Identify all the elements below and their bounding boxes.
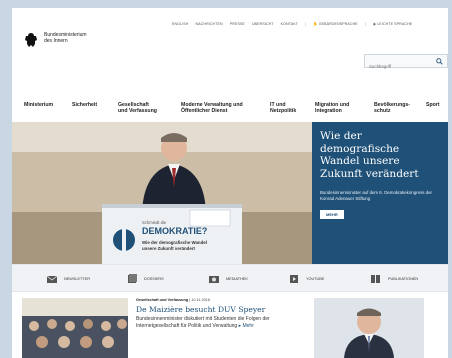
youtube-icon (290, 275, 298, 283)
nav-label-line2: schutz (374, 108, 391, 114)
nav-item-gesellschaft[interactable]: Gesellschaft und Verfassung (118, 102, 157, 114)
dossiers-icon (128, 274, 137, 283)
news-image[interactable] (22, 298, 128, 358)
nav-item-sicherheit[interactable]: Sicherheit (72, 102, 97, 108)
utility-link-presse[interactable]: PRESSE (230, 22, 245, 26)
shortcut-label: NEWSLETTER (64, 277, 90, 281)
podium-headline: DEMOKRATIE? (142, 226, 208, 236)
portrait-image[interactable] (314, 298, 424, 358)
ministry-name[interactable]: Bundesministerium des Innern (44, 32, 87, 44)
news-category[interactable]: Gesellschaft und Verfassung (136, 298, 188, 302)
browser-page: Bundesministerium des Innern ENGLISH NAC… (12, 8, 448, 358)
utility-link-gebaerdensprache-label: GEBÄRDENSPRACHE (318, 22, 358, 26)
publikationen-icon (371, 275, 380, 283)
shortcut-dossiers[interactable]: DOSSIERS (126, 274, 164, 284)
portrait-illustration (314, 298, 424, 358)
news-more-label: Mehr (242, 322, 254, 329)
utility-link-gebaerdensprache[interactable]: ✋ GEBÄRDENSPRACHE (313, 22, 358, 26)
shortcut-label: YOUTUBE (306, 277, 325, 281)
utility-link-nachrichten[interactable]: NACHRICHTEN (195, 22, 222, 26)
nav-item-migration[interactable]: Migration und Integration (315, 102, 349, 114)
nav-label-line2: Integration (315, 108, 342, 114)
utility-link-leichte-sprache-label: LEICHTE SPRACHE (377, 22, 413, 26)
shortcut-youtube[interactable]: YOUTUBE (288, 274, 324, 284)
hero-subtitle: Bundesinnenminister auf dem 6. Demokrati… (320, 190, 433, 201)
hero-teaser: Schmiedt die DEMOKRATIE? Wie der demogra… (12, 122, 448, 264)
sign-language-icon: ✋ (313, 22, 318, 26)
nav-item-ministerium[interactable]: Ministerium (24, 102, 53, 108)
utility-nav: ENGLISH NACHRICHTEN PRESSE ÜBERSICHT KON… (172, 22, 412, 26)
utility-link-english[interactable]: ENGLISH (172, 22, 188, 26)
hero-more-button[interactable]: MEHR (320, 210, 344, 219)
nav-item-it-netzpolitik[interactable]: IT und Netzpolitik (270, 102, 296, 114)
hero-text-panel: Wie der demografische Wandel unsere Zuku… (312, 122, 448, 264)
news-teaser: Gesellschaft und Verfassung | 10.11.2016… (12, 292, 448, 358)
mediathek-icon (209, 276, 219, 283)
utility-link-leichte-sprache[interactable]: ◉ LEICHTE SPRACHE (373, 22, 412, 26)
utility-separator: | (305, 22, 307, 26)
search-input[interactable] (365, 60, 427, 73)
ministry-name-line2: des Innern (44, 38, 68, 44)
shortcut-label: MEDIATHEK (226, 277, 248, 281)
main-nav: Ministerium Sicherheit Gesellschaft und … (12, 92, 448, 122)
news-text: Bundesinnenminister diskutiert mit Stude… (136, 316, 312, 329)
hero-title[interactable]: Wie der demografische Wandel unsere Zuku… (320, 130, 440, 180)
news-title[interactable]: De Maizière besucht DUV Speyer (136, 305, 265, 314)
hero-photo[interactable]: Schmiedt die DEMOKRATIE? Wie der demogra… (12, 122, 312, 264)
utility-link-kontakt[interactable]: KONTAKT (281, 22, 298, 26)
news-more-link[interactable]: ▸ Mehr (239, 323, 254, 329)
shortcut-newsletter[interactable]: NEWSLETTER (46, 274, 90, 284)
chevron-right-icon: ▸ (238, 322, 242, 329)
easy-language-icon: ◉ (372, 22, 377, 26)
shortcut-mediathek[interactable]: MEDIATHEK (208, 274, 248, 284)
newsletter-icon (46, 275, 58, 283)
shortcut-publikationen[interactable]: PUBLIKATIONEN (370, 274, 418, 284)
search-icon[interactable] (436, 58, 443, 65)
nav-label-line2: Netzpolitik (270, 108, 297, 114)
nav-item-verwaltung[interactable]: Moderne Verwaltung und Öffentlicher Dien… (181, 102, 243, 114)
utility-link-uebersicht[interactable]: ÜBERSICHT (252, 22, 274, 26)
nav-label: Sport (426, 102, 440, 108)
site-header: Bundesministerium des Innern ENGLISH NAC… (12, 8, 448, 92)
nav-label: Sicherheit (72, 102, 98, 108)
federal-eagle-logo-icon[interactable] (24, 32, 38, 48)
nav-item-sport[interactable]: Sport (426, 102, 440, 108)
podium-line3: unsere Zukunft verändert (142, 246, 195, 251)
podium-small-text: Schmiedt die (142, 220, 167, 225)
nav-label-line2: Öffentlicher Dienst (181, 108, 228, 114)
utility-separator: | (364, 22, 366, 26)
podium-line2: Wie der demografische Wandel (142, 240, 207, 245)
news-date: 10.11.2016 (191, 298, 210, 302)
shortcut-label: DOSSIERS (144, 277, 164, 281)
shortcut-label: PUBLIKATIONEN (388, 277, 419, 281)
shortcut-bar: NEWSLETTER DOSSIERS MEDIATHEK YOUTUBE PU… (12, 264, 448, 292)
nav-label: Ministerium (24, 102, 54, 108)
nav-item-bevoelkerungsschutz[interactable]: Bevölkerungs- schutz (374, 102, 410, 114)
news-audience-illustration (22, 298, 128, 358)
nav-label-line2: und Verfassung (118, 108, 157, 114)
search-box (364, 54, 448, 73)
news-meta: Gesellschaft und Verfassung | 10.11.2016 (136, 298, 210, 302)
